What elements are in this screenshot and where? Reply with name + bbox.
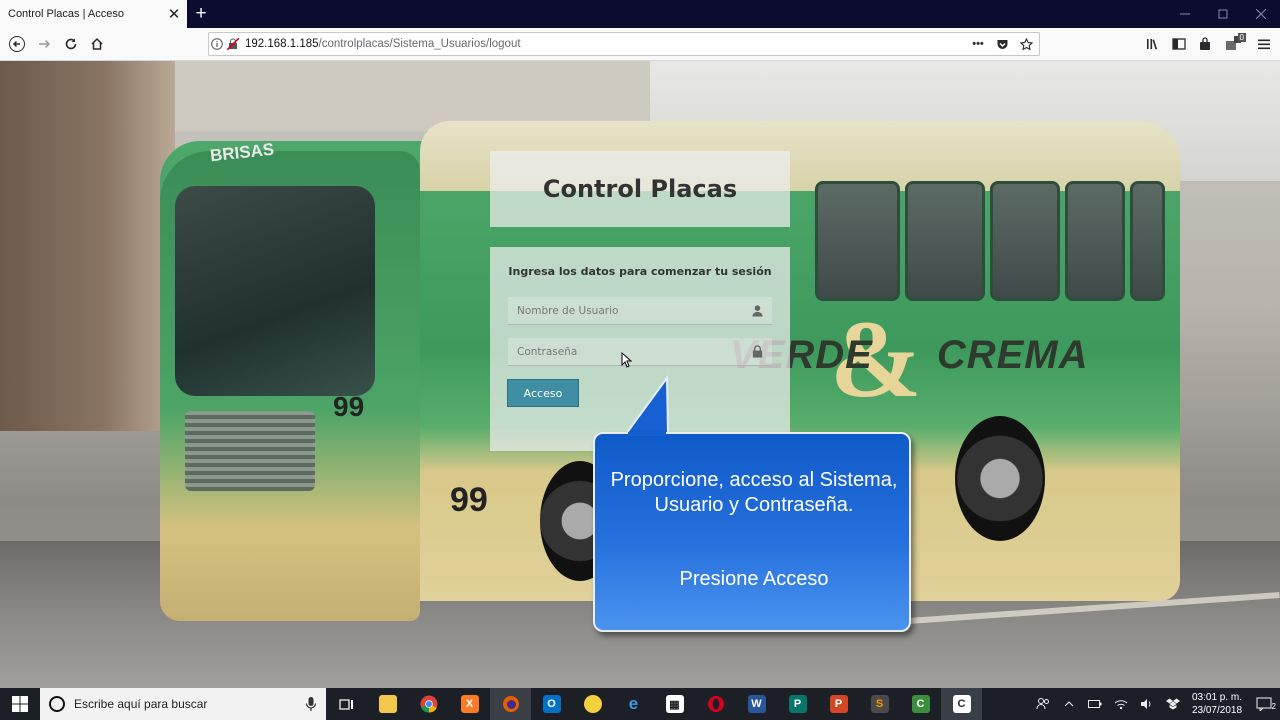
browser-tabstrip: Control Placas | Acceso ✕ +	[0, 0, 1280, 28]
home-icon	[91, 37, 103, 50]
sidebar-button[interactable]	[1166, 31, 1192, 57]
back-button[interactable]	[4, 31, 30, 57]
people-icon[interactable]	[1030, 688, 1056, 720]
hamburger-icon	[1258, 39, 1270, 50]
forward-arrow-icon	[39, 39, 51, 49]
windows-logo-icon	[12, 696, 28, 712]
sidebar-icon	[1172, 38, 1186, 50]
home-button[interactable]	[84, 31, 110, 57]
callout-instruction: Proporcione, acceso al Sistema, Usuario …	[610, 469, 898, 516]
library-icon	[1147, 39, 1158, 50]
url-text: 192.168.1.185/controlplacas/Sistema_Usua…	[245, 38, 521, 50]
pocket-icon[interactable]	[993, 35, 1011, 53]
container-icon	[1200, 37, 1210, 50]
camtasia-recorder-icon[interactable]: C	[941, 688, 982, 720]
system-tray: 03:01 p. m. 23/07/2018 2	[1030, 688, 1280, 720]
chrome-icon[interactable]	[408, 688, 449, 720]
firefox-icon[interactable]	[490, 688, 531, 720]
extension-badge: 0	[1237, 33, 1246, 42]
new-tab-button[interactable]: +	[191, 3, 211, 25]
page-actions-icon[interactable]: •••	[969, 35, 987, 53]
camtasia-icon[interactable]: C	[900, 688, 941, 720]
taskbar-clock[interactable]: 03:01 p. m. 23/07/2018	[1186, 691, 1248, 717]
reload-icon	[65, 38, 77, 50]
app-icon[interactable]	[572, 688, 613, 720]
search-placeholder: Escribe aquí para buscar	[74, 697, 208, 711]
address-bar[interactable]: 192.168.1.185/controlplacas/Sistema_Usua…	[208, 32, 1040, 56]
tab-title: Control Placas | Acceso	[8, 8, 124, 20]
callout-action: Presione Acceso	[679, 568, 829, 590]
menu-button[interactable]	[1251, 31, 1277, 57]
browser-tab-active[interactable]: Control Placas | Acceso ✕	[0, 0, 187, 28]
maximize-window-icon[interactable]	[1204, 0, 1242, 28]
info-icon[interactable]	[209, 36, 225, 52]
xampp-icon[interactable]: X	[449, 688, 490, 720]
sublime-icon[interactable]: S	[859, 688, 900, 720]
clock-date: 23/07/2018	[1191, 705, 1243, 716]
clock-time: 03:01 p. m.	[1191, 692, 1243, 703]
page-viewport: BRISAS 99 99 & VERDE CREMA Control Placas…	[0, 61, 1280, 688]
browser-navbar: 192.168.1.185/controlplacas/Sistema_Usua…	[0, 28, 1280, 61]
notifications-icon[interactable]: 2	[1248, 688, 1280, 720]
wifi-icon[interactable]	[1108, 688, 1134, 720]
forward-button[interactable]	[31, 31, 57, 57]
screen: Control Placas | Acceso ✕ + 192.168.1.18…	[0, 0, 1280, 720]
notification-count: 2	[1271, 702, 1276, 711]
opera-icon[interactable]	[695, 688, 736, 720]
start-button[interactable]	[0, 688, 40, 720]
extension-button[interactable]	[1192, 31, 1218, 57]
back-arrow-icon	[9, 36, 25, 52]
instruction-callout: Proporcione, acceso al Sistema, Usuario …	[593, 432, 911, 632]
url-host: 192.168.1.185	[245, 38, 319, 50]
edge-icon[interactable]: e	[613, 688, 654, 720]
outlook-icon[interactable]: O	[531, 688, 572, 720]
cortana-icon	[49, 696, 65, 712]
microphone-icon[interactable]	[304, 696, 318, 712]
insecure-lock-icon[interactable]	[225, 36, 241, 52]
extension-badge-button[interactable]: 0	[1220, 31, 1246, 57]
taskbar-search[interactable]: Escribe aquí para buscar	[40, 688, 326, 720]
tab-close-icon[interactable]: ✕	[165, 5, 183, 23]
url-path: /controlplacas/Sistema_Usuarios/logout	[318, 38, 521, 50]
store-icon[interactable]: ▦	[654, 688, 695, 720]
minimize-window-icon[interactable]	[1166, 0, 1204, 28]
windows-taskbar: Escribe aquí para buscar X O e ▦ W P P S…	[0, 688, 1280, 720]
bookmark-star-icon[interactable]	[1017, 35, 1035, 53]
powerpoint-icon[interactable]: P	[818, 688, 859, 720]
chevron-up-icon[interactable]	[1056, 688, 1082, 720]
file-explorer-icon[interactable]	[367, 688, 408, 720]
dropbox-icon[interactable]	[1160, 688, 1186, 720]
battery-icon[interactable]	[1082, 688, 1108, 720]
reload-button[interactable]	[58, 31, 84, 57]
callout-tail-joint	[628, 432, 666, 436]
volume-icon[interactable]	[1134, 688, 1160, 720]
publisher-icon[interactable]: P	[777, 688, 818, 720]
task-view-icon[interactable]	[326, 688, 367, 720]
word-icon[interactable]: W	[736, 688, 777, 720]
library-button[interactable]	[1140, 31, 1166, 57]
close-window-icon[interactable]	[1242, 0, 1280, 28]
